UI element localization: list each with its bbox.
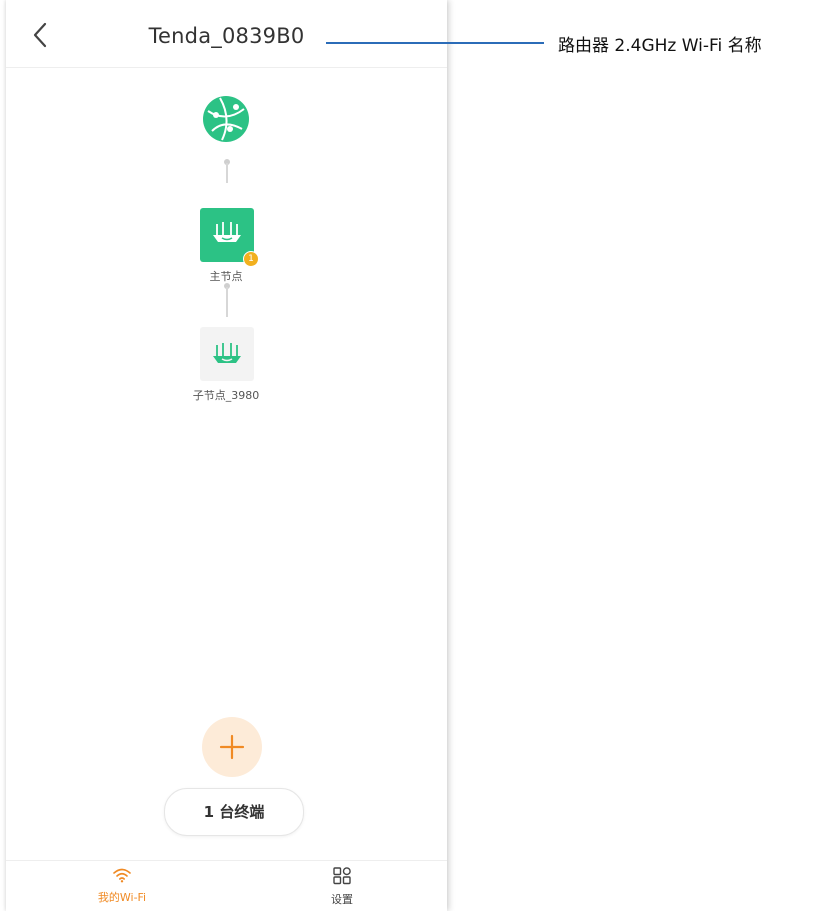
- terminals-button[interactable]: 1 台终端: [164, 788, 304, 836]
- annotation-text: 路由器 2.4GHz Wi-Fi 名称: [558, 36, 762, 56]
- main-node-label: 主节点: [209, 270, 243, 283]
- connector-line: [226, 163, 228, 183]
- page-title: Tenda_0839B0: [148, 24, 305, 48]
- router-icon: [213, 343, 241, 363]
- bottom-tab-bar: 我的Wi-Fi 设置: [6, 860, 447, 911]
- tab-my-wifi-label: 我的Wi-Fi: [97, 891, 147, 904]
- plus-icon: [219, 734, 245, 760]
- connector-line: [226, 287, 228, 317]
- globe-icon: [203, 96, 249, 142]
- tab-settings-label: 设置: [331, 893, 353, 906]
- header: Tenda_0839B0: [6, 0, 447, 68]
- internet-node[interactable]: [202, 95, 250, 143]
- sub-node-label: 子节点_3980: [192, 389, 260, 402]
- main-node[interactable]: 1: [200, 208, 259, 267]
- network-topology: 1 主节点 子节点_3980: [6, 67, 447, 467]
- device-count-badge: 1: [243, 251, 259, 267]
- wifi-icon: [113, 868, 131, 883]
- tab-settings[interactable]: 设置: [282, 867, 402, 907]
- app-screen: Tenda_0839B0 1 主节点 子节点_3980 1 台终端 我的Wi-F…: [6, 0, 447, 911]
- annotation-line: [326, 42, 544, 44]
- add-node-button[interactable]: [202, 717, 262, 777]
- sub-node[interactable]: [200, 327, 254, 381]
- tab-my-wifi[interactable]: 我的Wi-Fi: [62, 867, 182, 905]
- grid-icon: [333, 867, 351, 885]
